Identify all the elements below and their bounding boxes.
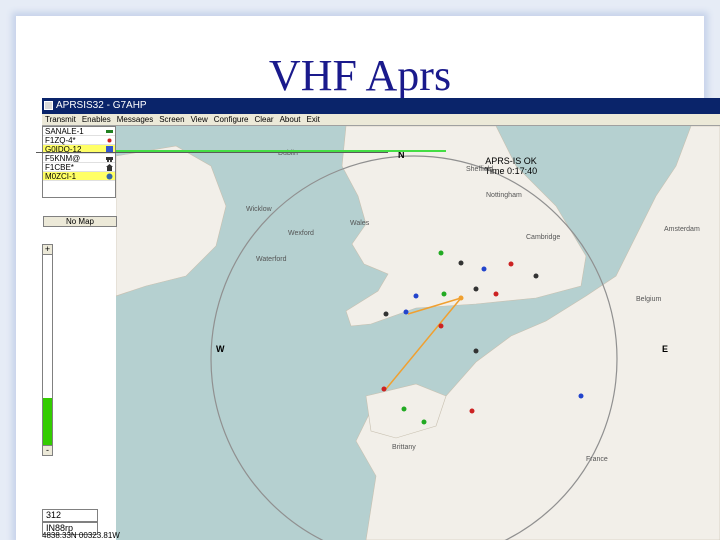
map-label-waterford: Waterford <box>256 256 287 263</box>
window-titlebar: APRSIS32 - G7AHP <box>42 98 720 114</box>
menu-enables[interactable]: Enables <box>79 114 114 125</box>
station-call: F1ZQ-4* <box>45 136 76 145</box>
station-marker <box>458 260 464 266</box>
zoom-slider[interactable] <box>42 244 53 456</box>
station-call: F5KNM@ <box>45 154 81 163</box>
zoom-in-button[interactable]: + <box>42 244 53 255</box>
station-marker <box>469 408 475 414</box>
station-marker <box>403 309 409 315</box>
aprsis32-window: APRSIS32 - G7AHP Transmit Enables Messages… <box>42 98 720 540</box>
station-row[interactable]: M0ZCI-1 <box>43 172 115 181</box>
station-row[interactable]: SANALE-1 <box>43 127 115 136</box>
status-time: Time 0:17:40 <box>484 166 538 176</box>
menu-exit[interactable]: Exit <box>304 114 323 125</box>
map-label-wexford: Wexford <box>288 230 314 237</box>
menu-configure[interactable]: Configure <box>211 114 252 125</box>
status-panel: APRS-IS OK Time 0:17:40 <box>416 156 606 176</box>
station-marker <box>441 291 447 297</box>
map-label-sheffield: Sheffield <box>466 166 494 173</box>
map-label-belgium: Belgium <box>636 296 662 303</box>
compass-east: E <box>662 344 669 354</box>
station-call: SANALE-1 <box>45 127 84 136</box>
zoom-out-button[interactable]: - <box>42 445 53 456</box>
station-row[interactable]: F1CBE* <box>43 163 115 172</box>
station-marker <box>473 348 479 354</box>
station-row[interactable]: F5KNM@ <box>43 154 115 163</box>
map-label-cambridge: Cambridge <box>526 234 561 241</box>
station-marker <box>381 386 387 392</box>
station-marker <box>578 393 584 399</box>
station-marker <box>413 293 419 299</box>
station-marker <box>508 261 514 267</box>
map-canvas <box>116 126 720 540</box>
station-marker <box>493 291 499 297</box>
station-marker <box>481 266 487 272</box>
map-label-nottingham: Nottingham <box>486 192 522 199</box>
station-marker <box>473 286 479 292</box>
map-label-france: France <box>586 456 608 463</box>
station-marker <box>421 419 427 425</box>
station-call: M0ZCI-1 <box>45 172 77 181</box>
red-dot-icon <box>107 138 112 143</box>
app-icon <box>44 101 53 110</box>
menu-messages[interactable]: Messages <box>114 114 156 125</box>
menu-transmit[interactable]: Transmit <box>42 114 79 125</box>
menu-screen[interactable]: Screen <box>156 114 187 125</box>
land-ireland <box>116 145 227 297</box>
house-icon <box>106 164 113 171</box>
coordinate-readout: 4838.33N 00323.81W <box>42 532 120 540</box>
station-marker <box>438 323 444 329</box>
menu-view[interactable]: View <box>188 114 211 125</box>
station-marker <box>383 311 389 317</box>
map-label-amsterdam: Amsterdam <box>664 226 700 233</box>
slide-title: VHF Aprs <box>268 51 452 100</box>
menu-about[interactable]: About <box>277 114 304 125</box>
no-map-button[interactable]: No Map <box>43 216 117 227</box>
map-view[interactable]: APRS-IS OK Time 0:17:40 N W E Dublin Wal… <box>116 126 720 540</box>
station-marker <box>401 406 407 412</box>
digi-icon <box>106 130 113 133</box>
status-aprs-is: APRS-IS OK <box>485 156 537 166</box>
compass-west: W <box>216 344 225 354</box>
menu-bar: Transmit Enables Messages Screen View Configu… <box>42 114 720 126</box>
map-label-wales: Wales <box>350 220 370 227</box>
range-readout: 312 <box>42 509 98 522</box>
station-call: F1CBE* <box>45 163 74 172</box>
menu-clear[interactable]: Clear <box>251 114 276 125</box>
title-underline <box>36 152 388 153</box>
station-list: SANALE-1 F1ZQ-4* G0IDQ-12 F5KNM@ F1CBE* … <box>42 126 117 227</box>
window-title: APRSIS32 - G7AHP <box>56 100 147 111</box>
station-row[interactable]: F1ZQ-4* <box>43 136 115 145</box>
map-label-wicklow: Wicklow <box>246 206 272 213</box>
car-icon <box>106 157 113 162</box>
station-marker <box>438 250 444 256</box>
station-marker <box>458 295 464 301</box>
wx-icon <box>106 173 113 180</box>
station-marker <box>533 273 539 279</box>
map-label-brittany: Brittany <box>392 444 416 451</box>
